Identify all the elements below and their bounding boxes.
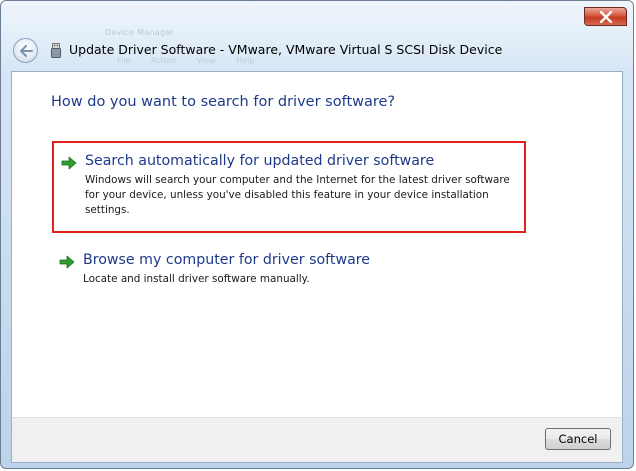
- back-button[interactable]: [13, 38, 38, 63]
- background-menu-action: Action: [150, 56, 176, 65]
- background-menu-view: View: [196, 56, 216, 65]
- background-window-title: Device Manager: [105, 28, 175, 37]
- green-arrow-icon: [61, 156, 77, 170]
- green-arrow-icon: [59, 255, 75, 269]
- content-panel: How do you want to search for driver sof…: [11, 71, 623, 417]
- usb-device-icon: [51, 43, 61, 58]
- dialog-footer: Cancel: [11, 417, 623, 463]
- window-title: Update Driver Software - VMware, VMware …: [69, 42, 503, 57]
- background-menu-file: File: [117, 56, 131, 65]
- dialog-window: Device Manager File Action View Help Upd…: [0, 0, 634, 469]
- option-description: Windows will search your computer and th…: [85, 174, 510, 216]
- browse-computer-option[interactable]: Browse my computer for driver software L…: [52, 247, 526, 303]
- close-button[interactable]: [584, 7, 627, 26]
- page-heading: How do you want to search for driver sof…: [51, 94, 396, 110]
- back-arrow-icon: [19, 44, 33, 57]
- cancel-button[interactable]: Cancel: [545, 428, 611, 450]
- close-icon: [599, 10, 612, 23]
- option-title: Search automatically for updated driver …: [85, 153, 435, 169]
- background-menu-help: Help: [236, 56, 255, 65]
- search-automatically-option[interactable]: Search automatically for updated driver …: [52, 141, 526, 233]
- option-title: Browse my computer for driver software: [83, 252, 371, 268]
- background-window-menu: File Action View Help: [117, 56, 272, 65]
- option-description: Locate and install driver software manua…: [83, 273, 310, 285]
